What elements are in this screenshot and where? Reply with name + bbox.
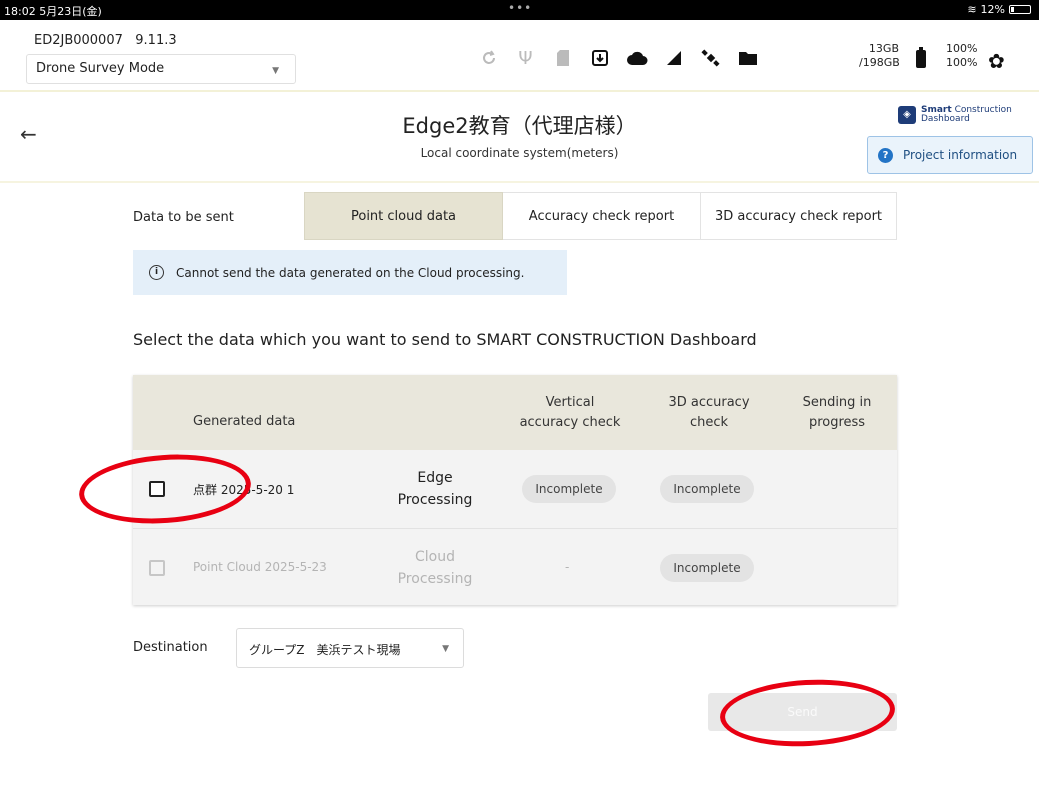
device-id: ED2JB000007 9.11.3 xyxy=(34,33,177,48)
download-icon[interactable] xyxy=(581,46,618,70)
row-processing-line1: Edge xyxy=(417,470,453,486)
battery-level-1: 100% xyxy=(946,42,978,55)
multitask-dots[interactable]: ••• xyxy=(508,1,532,15)
table-row: Point Cloud 2025-5-23 Cloud Processing -… xyxy=(133,528,897,605)
header-divider xyxy=(0,181,1039,183)
logo-text: Smart Construction Dashboard xyxy=(921,106,1012,124)
data-to-send-label: Data to be sent xyxy=(133,210,234,225)
destination-select[interactable]: グループZ 美浜テスト現場 ▼ xyxy=(236,628,464,668)
row-processing-line1: Cloud xyxy=(415,549,455,565)
info-banner: i Cannot send the data generated on the … xyxy=(133,250,567,295)
project-info-label: Project information xyxy=(903,148,1018,162)
tab-point-cloud[interactable]: Point cloud data xyxy=(304,192,503,240)
header-vertical-accuracy: Vertical accuracy check xyxy=(510,393,630,433)
destination-label: Destination xyxy=(133,640,208,655)
row-processing-line2: Processing xyxy=(397,492,473,508)
battery-percent: 12% xyxy=(980,3,1005,16)
device-serial: ED2JB000007 xyxy=(34,33,123,48)
header-sending: Sending in progress xyxy=(782,393,892,433)
storage-info: 13GB /198GB xyxy=(859,42,900,70)
battery-level-2: 100% xyxy=(946,56,978,69)
vertical-status-dash: - xyxy=(565,560,570,574)
annotation-circle-send xyxy=(718,675,897,751)
help-icon: ? xyxy=(878,147,893,163)
data-type-tabs: Point cloud data Accuracy check report 3… xyxy=(304,192,897,240)
status-right: ≋ 12% xyxy=(967,3,1031,16)
chevron-down-icon: ▼ xyxy=(442,644,449,654)
header-vertical-line1: Vertical xyxy=(545,395,595,410)
smart-construction-logo: ◈ Smart Construction Dashboard xyxy=(898,106,1012,124)
mode-select[interactable]: Drone Survey Mode ▼ xyxy=(26,54,296,84)
storage-total: /198GB xyxy=(859,56,900,69)
battery-icon xyxy=(916,47,926,68)
project-info-button[interactable]: ? Project information xyxy=(867,136,1033,174)
logo-line2: Dashboard xyxy=(921,114,970,124)
row-processing-line2: Processing xyxy=(397,571,473,587)
gear-icon[interactable]: ✿ xyxy=(988,49,1005,73)
row-checkbox-disabled xyxy=(149,560,165,576)
header-3d-accuracy: 3D accuracy check xyxy=(649,393,769,433)
battery-icon xyxy=(1009,5,1031,14)
smart-construction-mark-icon: ◈ xyxy=(898,106,916,124)
status-icons: Ψ xyxy=(470,46,766,70)
table-header: Generated data Vertical accuracy check 3… xyxy=(133,375,897,450)
info-message: Cannot send the data generated on the Cl… xyxy=(176,265,525,280)
sd-card-icon[interactable] xyxy=(544,46,581,70)
cloud-icon[interactable] xyxy=(618,46,655,70)
3d-status-badge: Incomplete xyxy=(660,475,754,503)
tab-accuracy-report[interactable]: Accuracy check report xyxy=(503,192,701,240)
header-vertical-line2: accuracy check xyxy=(519,415,621,430)
tab-3d-accuracy-report[interactable]: 3D accuracy check report xyxy=(701,192,897,240)
satellite-icon[interactable] xyxy=(692,46,729,70)
app-version: 9.11.3 xyxy=(135,33,177,48)
usb-icon[interactable]: Ψ xyxy=(507,46,544,70)
wifi-icon: ≋ xyxy=(967,3,977,16)
battery-levels: 100% 100% xyxy=(946,42,977,70)
header-sending-line2: progress xyxy=(808,415,866,430)
folder-icon[interactable] xyxy=(729,46,766,70)
header-sending-line1: Sending in xyxy=(802,395,872,410)
row-data-name: Point Cloud 2025-5-23 xyxy=(193,560,327,574)
chevron-down-icon: ▼ xyxy=(272,66,279,76)
3d-status-badge: Incomplete xyxy=(660,554,754,582)
row-processing: Cloud Processing xyxy=(385,546,485,590)
instruction-text: Select the data which you want to send t… xyxy=(133,330,757,349)
status-time: 18:02 5月23日(金) xyxy=(4,5,102,18)
storage-used: 13GB xyxy=(868,42,899,55)
signal-icon[interactable] xyxy=(655,46,692,70)
header-3d-line2: check xyxy=(689,415,729,430)
mode-select-value: Drone Survey Mode xyxy=(36,61,165,76)
info-icon: i xyxy=(149,265,164,280)
app-header: ED2JB000007 9.11.3 Drone Survey Mode ▼ Ψ xyxy=(0,20,1039,92)
vertical-status-badge: Incomplete xyxy=(522,475,616,503)
row-processing: Edge Processing xyxy=(385,467,485,511)
header-generated-data: Generated data xyxy=(193,414,296,429)
status-bar: 18:02 5月23日(金) ••• ≋ 12% xyxy=(0,0,1039,20)
sync-icon[interactable] xyxy=(470,46,507,70)
header-3d-line1: 3D accuracy xyxy=(668,395,750,410)
destination-value: グループZ 美浜テスト現場 xyxy=(249,643,401,657)
